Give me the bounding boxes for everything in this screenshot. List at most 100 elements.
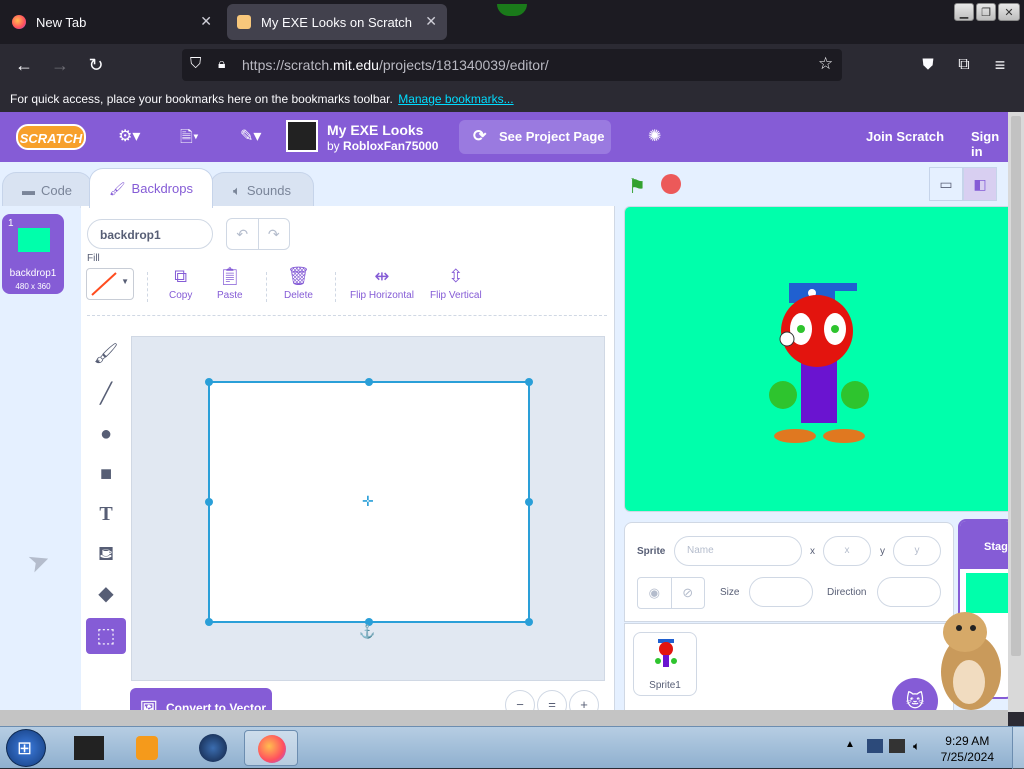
- action-center-icon[interactable]: [867, 739, 883, 753]
- normal-stage-button[interactable]: ◧: [963, 167, 997, 201]
- show-eye-icon[interactable]: ◉: [638, 578, 672, 608]
- fill-tool[interactable]: ⛾: [86, 536, 126, 572]
- paint-canvas-area[interactable]: ✛ ⚓: [131, 336, 605, 681]
- backdrop-item[interactable]: 1 backdrop1 480 x 360: [2, 214, 64, 294]
- costume-name-input[interactable]: backdrop1: [87, 219, 213, 249]
- fill-color-picker[interactable]: ▼: [86, 268, 134, 300]
- reload-icon[interactable]: ↻: [85, 54, 107, 76]
- join-scratch-link[interactable]: Join Scratch: [866, 129, 944, 144]
- taskbar-clock[interactable]: 9:29 AM 7/25/2024: [941, 733, 994, 765]
- forward-arrow-icon[interactable]: →: [49, 54, 71, 76]
- horizontal-scrollbar[interactable]: [0, 710, 1008, 726]
- browser-nav-bar: ← → ↻ ⛉ 🔒︎ https://scratch.mit.edu/proje…: [0, 44, 1024, 86]
- edit-pencil-icon[interactable]: ✎▾: [240, 126, 261, 146]
- resize-handle[interactable]: [525, 618, 533, 626]
- copy-button[interactable]: ⧉ Copy: [169, 266, 192, 301]
- line-tool[interactable]: ╱: [86, 376, 126, 412]
- sign-in-link[interactable]: Sign in: [971, 129, 1008, 159]
- scrollbar-thumb[interactable]: [1011, 116, 1021, 656]
- project-title[interactable]: My EXE Looks: [327, 122, 423, 138]
- extensions-icon[interactable]: ⧉: [953, 54, 975, 76]
- resize-handle[interactable]: [365, 378, 373, 386]
- redo-icon[interactable]: ↷: [259, 219, 290, 249]
- address-bar[interactable]: ⛉ 🔒︎ https://scratch.mit.edu/projects/18…: [182, 49, 842, 81]
- chevron-down-icon: ▼: [121, 277, 129, 286]
- sprite-character[interactable]: [625, 207, 1008, 512]
- url-text[interactable]: https://scratch.mit.edu/projects/1813400…: [242, 57, 549, 73]
- browser-tab-new-tab[interactable]: New Tab ✕: [2, 4, 222, 40]
- vertical-scrollbar[interactable]: [1008, 112, 1024, 712]
- zoom-in-button[interactable]: +: [569, 690, 599, 710]
- delete-button[interactable]: 🗑︎ Delete: [284, 266, 313, 301]
- taskbar-app-browser[interactable]: [186, 730, 240, 766]
- y-input[interactable]: y: [893, 536, 941, 566]
- tab-title: My EXE Looks on Scratch: [261, 14, 413, 30]
- bookmark-star-icon[interactable]: ☆: [818, 54, 833, 74]
- undo-icon[interactable]: ↶: [227, 219, 259, 249]
- lock-icon[interactable]: 🔒︎: [218, 55, 225, 72]
- back-arrow-icon[interactable]: ←: [13, 54, 35, 76]
- windows-taskbar: ⊞ ▲ 🔈︎ 9:29 AM 7/25/2024: [0, 726, 1024, 769]
- rotate-handle-icon[interactable]: ⚓: [359, 624, 375, 640]
- tray-expand-icon[interactable]: ▲: [845, 739, 855, 750]
- tab-sounds[interactable]: 🔈︎ Sounds: [210, 172, 314, 208]
- close-tab-icon[interactable]: ✕: [200, 13, 212, 30]
- project-author[interactable]: by RobloxFan75000: [327, 139, 438, 153]
- small-stage-button[interactable]: ▭: [929, 167, 963, 201]
- minimize-button[interactable]: ▁: [954, 3, 974, 21]
- browser-tab-scratch[interactable]: My EXE Looks on Scratch ✕: [227, 4, 447, 40]
- manage-bookmarks-link[interactable]: Manage bookmarks...: [398, 92, 513, 106]
- zoom-reset-button[interactable]: =: [537, 690, 567, 710]
- show-desktop-button[interactable]: [1012, 727, 1024, 769]
- tab-backdrops[interactable]: 🖌︎ Backdrops: [89, 168, 213, 208]
- network-icon[interactable]: [889, 739, 905, 753]
- close-window-button[interactable]: ✕: [998, 3, 1020, 21]
- sprite-tile[interactable]: Sprite1: [633, 632, 697, 696]
- sprite-name-input[interactable]: Name: [674, 536, 802, 566]
- start-button[interactable]: ⊞: [6, 729, 46, 767]
- resize-handle[interactable]: [205, 498, 213, 506]
- green-flag-icon[interactable]: ⚑: [628, 174, 646, 199]
- maximize-button[interactable]: ❐: [976, 3, 996, 21]
- stop-icon[interactable]: [661, 174, 681, 194]
- circle-tool[interactable]: ●: [86, 416, 126, 452]
- paste-button[interactable]: 📋︎ Paste: [217, 266, 243, 301]
- pocket-icon[interactable]: ⛊: [917, 54, 939, 76]
- zoom-out-button[interactable]: −: [505, 690, 535, 710]
- taskbar-app-terminal[interactable]: [62, 730, 116, 766]
- select-tool[interactable]: ⬚: [86, 618, 126, 654]
- size-input[interactable]: [749, 577, 813, 607]
- clock-time: 9:29 AM: [945, 734, 990, 748]
- flip-horizontal-button[interactable]: ⇹ Flip Horizontal: [350, 266, 414, 301]
- text-tool[interactable]: T: [86, 496, 126, 532]
- x-input[interactable]: x: [823, 536, 871, 566]
- convert-to-vector-button[interactable]: 🖼︎ Convert to Vector: [130, 688, 272, 710]
- flip-vertical-button[interactable]: ⇳ Flip Vertical: [430, 266, 482, 301]
- tab-code[interactable]: ▬ Code: [2, 172, 92, 208]
- menu-icon[interactable]: ≡: [989, 54, 1011, 76]
- brush-tool[interactable]: 🖌︎: [86, 336, 126, 372]
- scratch-logo[interactable]: SCRATCH: [16, 124, 86, 150]
- scratch-editor: ▬ Code 🖌︎ Backdrops 🔈︎ Sounds 1 backdrop…: [0, 162, 1008, 710]
- file-menu-icon[interactable]: 🗎▾: [180, 126, 199, 153]
- volume-icon[interactable]: 🔈︎: [913, 739, 920, 754]
- resize-handle[interactable]: [525, 378, 533, 386]
- taskbar-app-media-player[interactable]: [120, 730, 174, 766]
- settings-gear-icon[interactable]: ⚙▾: [118, 126, 140, 146]
- rectangle-tool[interactable]: ■: [86, 456, 126, 492]
- sprite-info-panel: Sprite Name x x y y ◉ ⊘ Size Direction: [624, 522, 954, 622]
- theme-lightbulb-icon[interactable]: ✺: [648, 126, 661, 146]
- resize-handle[interactable]: [205, 378, 213, 386]
- shield-icon[interactable]: ⛉: [190, 55, 201, 72]
- close-tab-icon[interactable]: ✕: [425, 13, 437, 30]
- speaker-icon: 🔈︎: [233, 182, 241, 198]
- see-project-page-button[interactable]: ⟳ See Project Page: [459, 120, 611, 154]
- taskbar-app-firefox[interactable]: [244, 730, 298, 766]
- eraser-tool[interactable]: ◆: [86, 576, 126, 612]
- resize-handle[interactable]: [525, 498, 533, 506]
- stage-canvas[interactable]: [624, 206, 1008, 512]
- resize-handle[interactable]: [205, 618, 213, 626]
- project-thumbnail: [286, 120, 318, 152]
- backdrop-size: 480 x 360: [15, 282, 51, 291]
- hide-eye-icon[interactable]: ⊘: [672, 578, 705, 608]
